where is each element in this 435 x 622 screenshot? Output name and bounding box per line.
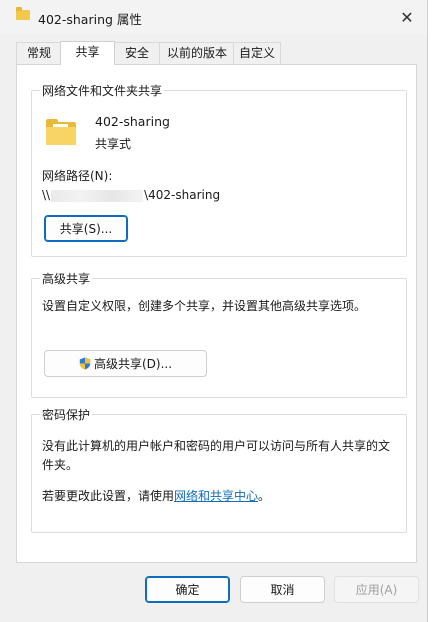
folder-icon [16,7,30,20]
tab-security[interactable]: 安全 [113,42,161,64]
password-description-line2: 件夹。 [42,458,79,472]
advanced-sharing-button[interactable]: 高级共享(D)... [44,350,207,377]
tab-sharing[interactable]: 共享 [60,41,115,65]
tab-general[interactable]: 常规 [16,42,62,64]
path-prefix: \\ [42,188,51,202]
tab-previous-versions[interactable]: 以前的版本 [159,42,235,64]
advanced-sharing-description: 设置自定义权限，创建多个共享，并设置其他高级共享选项。 [42,299,367,313]
advanced-sharing-button-label: 高级共享(D)... [93,357,173,371]
network-sharing-group: 网络文件和文件夹共享 402-sharing 共享式 网络路径(N): \\ \4… [31,82,407,257]
change-setting-suffix: 。 [258,489,271,503]
close-icon: ✕ [400,7,414,27]
redacted-hostname [51,189,144,202]
password-protection-group: 密码保护 没有此计算机的用户帐户和密码的用户可以访问与所有人共享的文 件夹。 若… [31,406,407,533]
apply-button[interactable]: 应用(A) [334,576,419,603]
network-sharing-center-link[interactable]: 网络和共享中心 [174,489,258,503]
network-path-label: 网络路径(N): [42,169,113,183]
window-title: 402-sharing 属性 [38,12,142,27]
folder-icon [46,119,76,145]
path-suffix: \402-sharing [144,188,221,202]
uac-shield-icon [79,357,91,370]
group-title: 高级共享 [40,270,93,287]
properties-dialog: 402-sharing 属性 ✕ 常规 共享 安全 以前的版本 自定义 网络文件… [0,0,428,622]
change-setting-text: 若要更改此设置，请使用网络和共享中心。 [42,487,270,504]
advanced-sharing-group: 高级共享 设置自定义权限，创建多个共享，并设置其他高级共享选项。 高级共享(D)… [31,270,407,398]
group-title: 密码保护 [40,406,93,423]
share-status: 共享式 [95,137,132,151]
close-button[interactable]: ✕ [394,6,420,28]
share-button[interactable]: 共享(S)... [44,215,128,242]
change-setting-prefix: 若要更改此设置，请使用 [42,489,175,503]
network-path-value: \\ \402-sharing [42,188,220,202]
title-bar: 402-sharing 属性 ✕ [0,0,427,34]
tab-panel-sharing: 网络文件和文件夹共享 402-sharing 共享式 网络路径(N): \\ \4… [16,64,417,563]
folder-name: 402-sharing [95,114,170,129]
cancel-button[interactable]: 取消 [240,576,325,603]
group-title: 网络文件和文件夹共享 [40,82,165,99]
ok-button[interactable]: 确定 [145,576,230,603]
tab-customize[interactable]: 自定义 [233,42,281,64]
password-description-line1: 没有此计算机的用户帐户和密码的用户可以访问与所有人共享的文 [42,439,391,453]
